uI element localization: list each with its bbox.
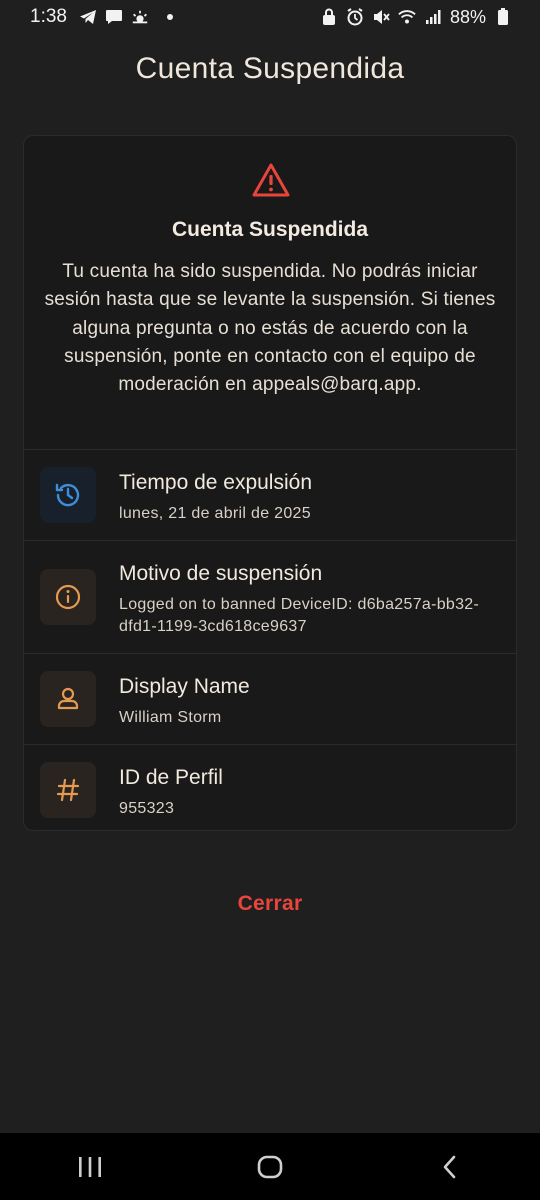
suspension-description: Tu cuenta ha sido suspendida. No podrás … xyxy=(44,261,496,396)
display-name-label: Display Name xyxy=(119,675,250,698)
weather-icon xyxy=(131,8,149,26)
navigation-bar xyxy=(0,1133,540,1200)
profile-id-value: 955323 xyxy=(119,800,175,817)
profile-id-label: ID de Perfil xyxy=(119,766,223,789)
detail-row-display-name: Display Name William Storm xyxy=(24,654,516,745)
status-time: 1:38 xyxy=(30,6,67,27)
recent-apps-icon[interactable] xyxy=(60,1142,120,1192)
ban-time-value: lunes, 21 de abril de 2025 xyxy=(119,505,311,522)
battery-percentage: 88% xyxy=(449,6,486,27)
battery-icon xyxy=(494,8,512,26)
home-icon[interactable] xyxy=(240,1142,300,1192)
mute-icon xyxy=(372,8,390,26)
warning-icon xyxy=(252,163,290,197)
message-icon xyxy=(105,8,123,26)
status-bar: 1:38 88% xyxy=(0,0,540,34)
signal-icon xyxy=(424,8,442,26)
page-title: Cuenta Suspendida xyxy=(135,52,405,85)
status-bar-right: 88% xyxy=(320,7,512,28)
back-icon[interactable] xyxy=(420,1142,480,1192)
user-icon xyxy=(40,671,96,727)
suspension-reason-value: Logged on to banned DeviceID: d6ba257a-b… xyxy=(119,596,480,635)
history-icon xyxy=(40,467,96,523)
display-name-value: William Storm xyxy=(119,709,222,726)
suspension-reason-label: Motivo de suspensión xyxy=(119,562,323,585)
suspension-notice: Cuenta Suspendida Tu cuenta ha sido susp… xyxy=(24,136,516,450)
detail-row-ban-time: Tiempo de expulsión lunes, 21 de abril d… xyxy=(24,450,516,541)
suspension-card: Cuenta Suspendida Tu cuenta ha sido susp… xyxy=(23,135,517,831)
hash-icon xyxy=(40,762,96,818)
status-bar-left: 1:38 xyxy=(30,6,173,28)
info-icon xyxy=(40,569,96,625)
notification-dot xyxy=(166,14,173,20)
ban-time-label: Tiempo de expulsión xyxy=(119,471,312,494)
close-button[interactable]: Cerrar xyxy=(0,892,540,916)
detail-row-profile-id: ID de Perfil 955323 xyxy=(24,745,516,830)
card-title: Cuenta Suspendida xyxy=(171,218,369,241)
alarm-icon xyxy=(346,8,364,26)
lock-icon xyxy=(320,8,338,26)
telegram-icon xyxy=(79,8,97,26)
detail-row-suspension-reason: Motivo de suspensión Logged on to banned… xyxy=(24,541,516,654)
wifi-icon xyxy=(398,8,416,26)
